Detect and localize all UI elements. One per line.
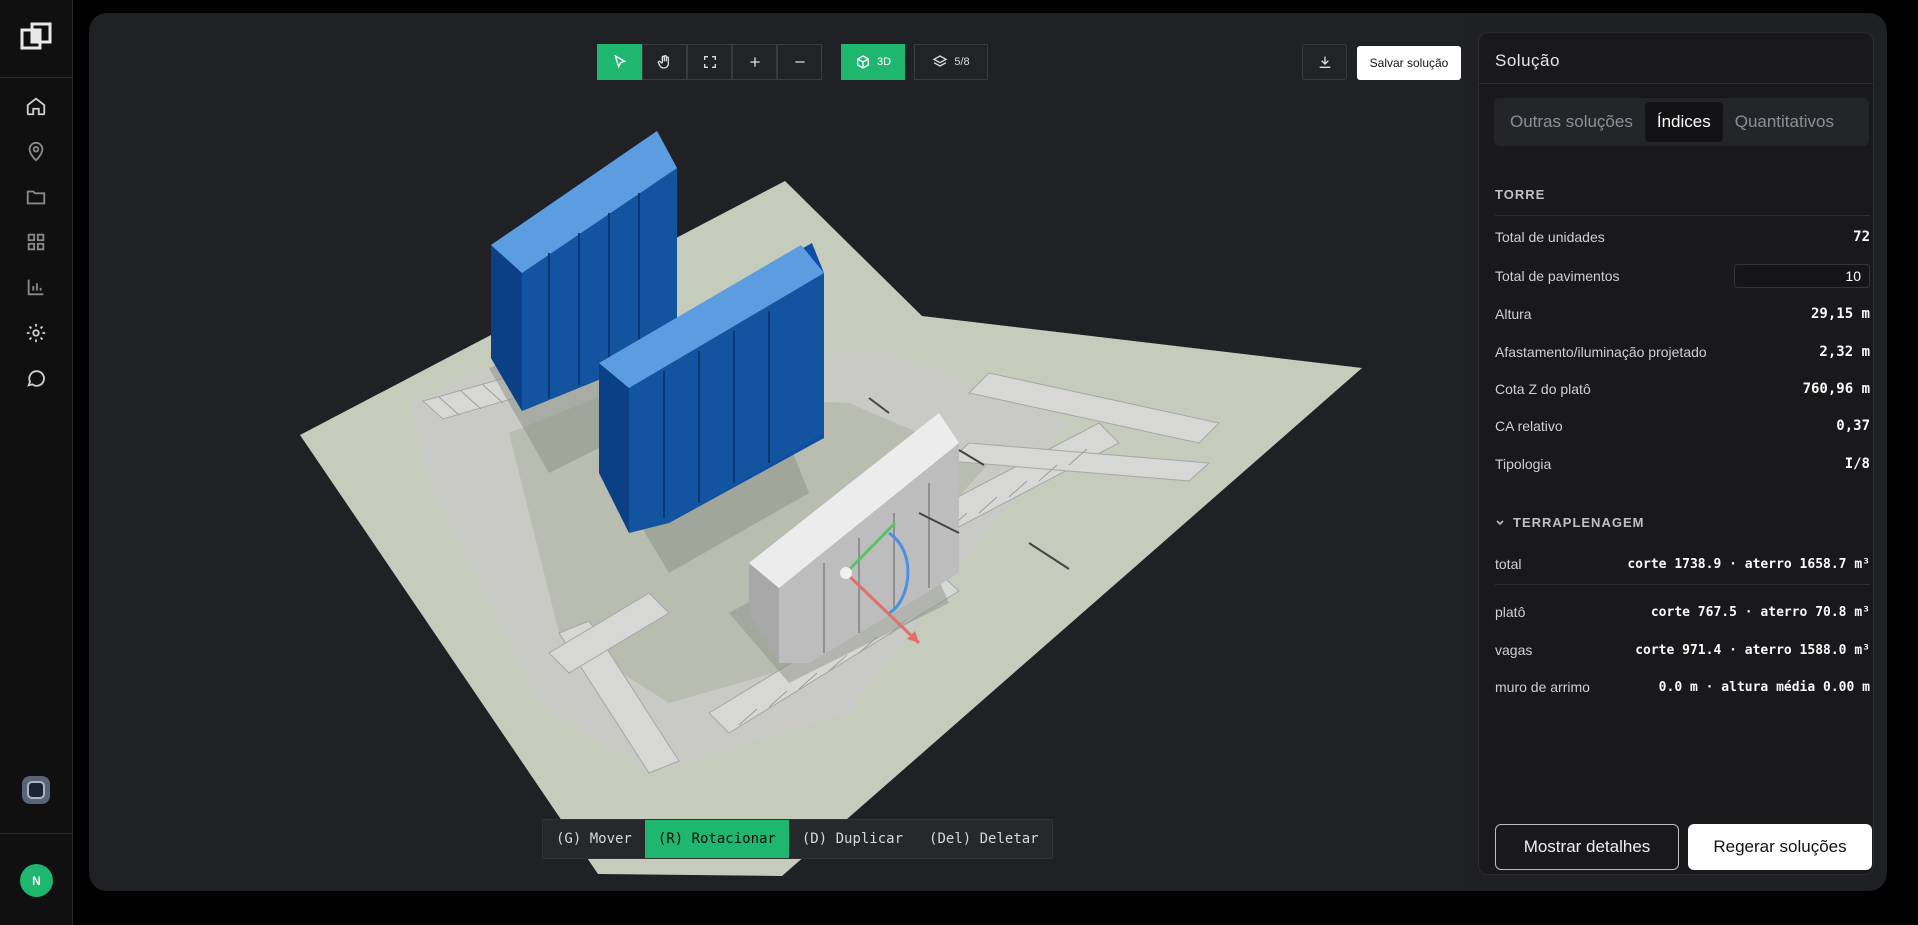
terr-total-value: corte 1738.9 · aterro 1658.7 m³ [1627, 556, 1870, 572]
layers-icon [932, 55, 948, 67]
chevron-down-icon [1496, 519, 1504, 525]
row-total-unidades: Total de unidades 72 [1495, 224, 1870, 250]
tab-quantitativos[interactable]: Quantitativos [1723, 102, 1846, 142]
app-logo-icon[interactable] [20, 22, 52, 54]
afastamento-value: 2,32 m [1819, 344, 1870, 360]
row-terr-muro: muro de arrimo 0.0 m · altura média 0.00… [1495, 674, 1870, 700]
total-unidades-label: Total de unidades [1495, 229, 1605, 245]
row-afastamento: Afastamento/iluminação projetado 2,32 m [1495, 339, 1870, 365]
terraplenagem-heading: TERRAPLENAGEM [1513, 515, 1645, 530]
duplicate-action[interactable]: (D) Duplicar [789, 820, 916, 858]
row-altura: Altura 29,15 m [1495, 301, 1870, 327]
regenerate-solutions-button[interactable]: Regerar soluções [1688, 824, 1872, 870]
cota-z-value: 760,96 m [1802, 381, 1870, 397]
select-tool-button[interactable] [597, 44, 642, 80]
row-ca-relativo: CA relativo 0,37 [1495, 413, 1870, 439]
bar-chart-icon[interactable] [23, 274, 49, 300]
save-solution-button[interactable]: Salvar solução [1357, 46, 1461, 80]
rotate-action[interactable]: (R) Rotacionar [644, 820, 789, 858]
row-terr-plato: platô corte 767.5 · aterro 70.8 m³ [1495, 599, 1870, 625]
row-terr-vagas: vagas corte 971.4 · aterro 1588.0 m³ [1495, 637, 1870, 663]
row-tipologia: Tipologia I/8 [1495, 451, 1870, 477]
total-unidades-value: 72 [1853, 229, 1870, 245]
chat-icon[interactable] [23, 365, 49, 391]
layers-count: 5/8 [954, 56, 970, 68]
ca-relativo-value: 0,37 [1836, 418, 1870, 434]
total-pavimentos-input[interactable] [1734, 264, 1870, 288]
move-action[interactable]: (G) Mover [543, 820, 645, 858]
hand-icon [657, 55, 669, 69]
user-avatar[interactable]: N [20, 864, 53, 897]
section-divider [1495, 584, 1870, 585]
fit-view-button[interactable] [687, 44, 732, 80]
ca-relativo-label: CA relativo [1495, 418, 1563, 434]
home-icon[interactable] [23, 93, 49, 119]
layers-button[interactable]: 5/8 [914, 44, 988, 80]
terraplenagem-toggle[interactable]: TERRAPLENAGEM [1495, 515, 1644, 530]
grid-icon[interactable] [23, 229, 49, 255]
row-terr-total: total corte 1738.9 · aterro 1658.7 m³ [1495, 551, 1870, 577]
terr-vagas-value: corte 971.4 · aterro 1588.0 m³ [1635, 642, 1870, 658]
cota-z-label: Cota Z do platô [1495, 381, 1591, 397]
download-icon [1319, 56, 1330, 68]
total-pavimentos-label: Total de pavimentos [1495, 268, 1620, 284]
zoom-out-button[interactable] [777, 44, 822, 80]
main-frame: 3D 5/8 Salvar solução (G) Mover (R) Rota… [89, 13, 1887, 891]
terr-plato-value: corte 767.5 · aterro 70.8 m³ [1650, 604, 1870, 620]
download-button[interactable] [1302, 44, 1347, 80]
map-pin-icon[interactable] [23, 139, 49, 165]
section-divider [1495, 215, 1870, 216]
altura-label: Altura [1495, 306, 1532, 322]
solution-panel: Solução Outras soluções Índices Quantita… [1478, 32, 1874, 875]
show-details-button[interactable]: Mostrar detalhes [1495, 824, 1679, 870]
rail-divider [0, 77, 73, 78]
terr-muro-value: 0.0 m · altura média 0.00 m [1658, 679, 1870, 695]
gear-icon[interactable] [23, 320, 49, 346]
view-3d-toggle[interactable]: 3D [841, 44, 905, 80]
panel-tabs: Outras soluções Índices Quantitativos [1494, 98, 1869, 146]
left-rail: N [0, 0, 73, 925]
zoom-in-button[interactable] [732, 44, 777, 80]
view-3d-label: 3D [876, 56, 892, 68]
afastamento-label: Afastamento/iluminação projetado [1495, 344, 1707, 360]
row-total-pavimentos: Total de pavimentos [1495, 263, 1870, 289]
pan-tool-button[interactable] [642, 44, 687, 80]
3d-scene[interactable] [89, 13, 1467, 891]
tab-indices[interactable]: Índices [1644, 102, 1723, 142]
rail-divider [0, 833, 73, 834]
folder-icon[interactable] [23, 184, 49, 210]
section-torre-heading: TORRE [1495, 187, 1546, 202]
panel-divider [1479, 83, 1873, 84]
workspace-tile-icon[interactable] [22, 776, 50, 804]
panel-title: Solução [1495, 51, 1560, 70]
plus-icon [749, 57, 760, 67]
3d-viewport[interactable]: 3D 5/8 Salvar solução (G) Mover (R) Rota… [89, 13, 1467, 891]
delete-action[interactable]: (Del) Deletar [916, 820, 1052, 858]
terr-total-label: total [1495, 556, 1522, 572]
fullscreen-icon [703, 56, 716, 68]
tipologia-value: I/8 [1844, 456, 1870, 472]
tab-outras-solucoes[interactable]: Outras soluções [1498, 102, 1645, 142]
cube-icon [856, 55, 869, 69]
terr-vagas-label: vagas [1495, 642, 1533, 658]
row-cota-z: Cota Z do platô 760,96 m [1495, 376, 1870, 402]
altura-value: 29,15 m [1810, 306, 1870, 322]
cursor-icon [613, 54, 626, 69]
transform-actionbar: (G) Mover (R) Rotacionar (D) Duplicar (D… [542, 819, 1053, 859]
terr-muro-label: muro de arrimo [1495, 679, 1590, 695]
tipologia-label: Tipologia [1495, 456, 1552, 472]
terr-plato-label: platô [1495, 604, 1526, 620]
minus-icon [794, 61, 805, 63]
